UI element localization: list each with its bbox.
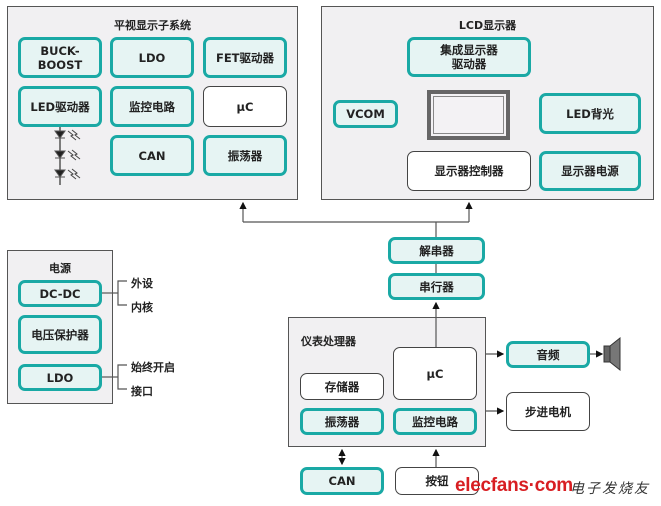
- led-diode-icon: [54, 130, 66, 139]
- led-string-icon: [54, 127, 81, 185]
- led-diode-icon: [54, 150, 66, 159]
- speaker-icon: [603, 336, 621, 372]
- led-diode-icon: [54, 169, 66, 178]
- connection-lines: [54, 127, 621, 467]
- elecfans-logo-cn: 电子发烧友: [570, 481, 650, 497]
- elecfans-logo: elecfans·com: [455, 475, 573, 496]
